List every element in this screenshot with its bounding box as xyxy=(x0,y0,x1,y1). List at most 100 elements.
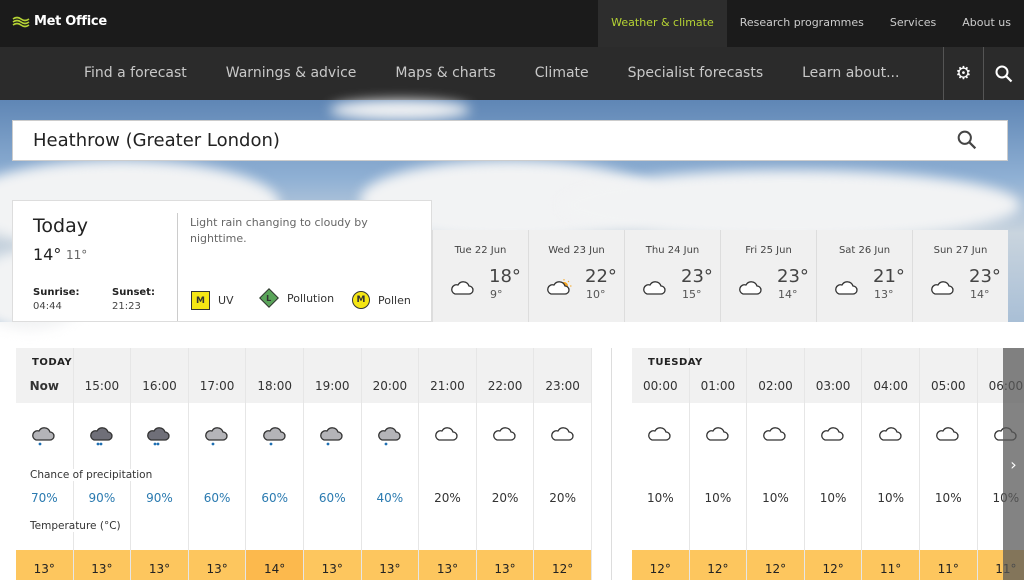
hour-time: 04:00 xyxy=(873,379,908,393)
search-icon[interactable] xyxy=(957,130,977,150)
day-label: Sun 27 Jun xyxy=(933,245,988,256)
nav-maps[interactable]: Maps & charts xyxy=(395,47,495,100)
day-high: 22° xyxy=(585,266,617,287)
precip-value: 90% xyxy=(146,491,173,505)
precip-value: 40% xyxy=(376,491,404,505)
precip-value: 60% xyxy=(203,491,231,505)
cloud-icon xyxy=(862,424,919,450)
nav-climate[interactable]: Climate xyxy=(535,47,589,100)
nav-specialist[interactable]: Specialist forecasts xyxy=(628,47,763,100)
brand-name: Met Office xyxy=(34,14,107,29)
pollution-label: Pollution xyxy=(287,291,335,305)
hour-time: 19:00 xyxy=(314,379,350,393)
hour-column: 01:00 10% 12° xyxy=(689,348,748,580)
hour-column: 15:00 90% 13° xyxy=(73,348,132,580)
top-link-research[interactable]: Research programmes xyxy=(727,0,877,47)
sun-cloud-icon xyxy=(545,278,573,305)
day-label: Wed 23 Jun xyxy=(548,245,605,256)
cloud-icon xyxy=(690,424,747,450)
hour-time: 22:00 xyxy=(487,379,523,393)
day-tab[interactable]: Thu 24 Jun 23° 15° xyxy=(624,230,720,322)
day-tab[interactable]: Fri 25 Jun 23° 14° xyxy=(720,230,816,322)
search-value: Heathrow (Greater London) xyxy=(33,130,280,151)
temp-value: 12° xyxy=(534,550,591,580)
day-low: 14° xyxy=(970,288,990,301)
hour-column: 03:00 10% 12° xyxy=(804,348,863,580)
cloud-icon xyxy=(477,424,534,450)
today-high: 14° xyxy=(33,245,62,264)
hour-time: 18:00 xyxy=(257,379,292,393)
hour-time: 16:00 xyxy=(142,379,177,393)
search-icon xyxy=(995,65,1012,82)
hour-column: 21:00 20% 13° xyxy=(419,348,477,580)
pollen-badge[interactable]: M Pollen xyxy=(352,291,411,309)
light-rain-icon xyxy=(304,424,361,452)
temp-value: 13° xyxy=(188,550,246,580)
precip-value: 10% xyxy=(704,491,732,505)
temp-value: 12° xyxy=(747,550,804,580)
gear-icon: ⚙ xyxy=(955,63,972,84)
hour-time: 00:00 xyxy=(643,379,678,393)
precip-value: 10% xyxy=(646,491,674,505)
nav-search-button[interactable] xyxy=(983,47,1023,100)
temp-value: 13° xyxy=(16,550,73,580)
day-low: 13° xyxy=(874,288,894,301)
day-low: 15° xyxy=(682,288,702,301)
day-label: Thu 24 Jun xyxy=(645,245,700,256)
temp-value: 12° xyxy=(632,550,689,580)
hour-column: 23:00 20% 12° xyxy=(534,348,592,580)
top-bar: Met Office Weather & climate Research pr… xyxy=(0,0,1024,47)
temp-value: 13° xyxy=(419,550,476,580)
cloud-icon xyxy=(632,424,689,450)
temp-value: 13° xyxy=(361,550,419,580)
today-summary-card[interactable]: Today 14° 11° Sunrise: 04:44 Sunset: 21:… xyxy=(12,200,432,322)
cloud-icon xyxy=(534,424,591,450)
hour-column: 18:00 60% 14° xyxy=(246,348,304,580)
hour-time: 05:00 xyxy=(930,379,966,393)
hour-time: 21:00 xyxy=(430,379,465,393)
cloud-icon xyxy=(641,278,669,305)
temp-value: 13° xyxy=(73,550,131,580)
day-label: Tue 22 Jun xyxy=(454,245,507,256)
day-tab[interactable]: Wed 23 Jun 22° 10° xyxy=(528,230,624,322)
nav-find-forecast[interactable]: Find a forecast xyxy=(84,47,187,100)
precip-row-label: Chance of precipitation xyxy=(30,469,157,481)
day-tab[interactable]: Tue 22 Jun 18° 9° xyxy=(432,230,528,322)
hour-time: 02:00 xyxy=(758,379,793,393)
precip-value: 20% xyxy=(491,491,519,505)
precip-value: 10% xyxy=(762,491,789,505)
pollution-badge[interactable]: L Pollution xyxy=(259,288,335,308)
hour-time: 15:00 xyxy=(84,379,120,393)
hour-time: 23:00 xyxy=(545,379,580,393)
day-heading-today: TODAY xyxy=(32,357,73,368)
light-rain-icon xyxy=(246,424,303,452)
top-link-about[interactable]: About us xyxy=(949,0,1024,47)
nav-warnings[interactable]: Warnings & advice xyxy=(226,47,357,100)
day-tab[interactable]: Sun 27 Jun 23° 14° xyxy=(912,230,1008,322)
temp-value: 11° xyxy=(862,550,919,580)
heavy-rain-icon xyxy=(131,424,188,452)
day-tab[interactable]: Sat 26 Jun 21° 13° xyxy=(816,230,912,322)
temp-value: 14° xyxy=(246,550,303,580)
day-low: 9° xyxy=(490,288,503,301)
temp-value: 12° xyxy=(689,550,747,580)
temp-value: 13° xyxy=(476,550,534,580)
today-low: 11° xyxy=(66,248,88,262)
cloud-icon xyxy=(419,424,476,450)
nav-learn[interactable]: Learn about... xyxy=(802,47,899,100)
pollen-level-icon: M xyxy=(352,291,370,309)
precip-value: 20% xyxy=(549,491,576,505)
scroll-right-button[interactable]: › xyxy=(1003,348,1024,580)
settings-button[interactable]: ⚙ xyxy=(943,47,983,100)
temp-value: 11° xyxy=(919,550,977,580)
day-heading-tuesday: TUESDAY xyxy=(648,357,703,368)
main-nav: Find a forecast Warnings & advice Maps &… xyxy=(0,47,1024,100)
cloud-icon xyxy=(833,278,861,305)
location-search-input[interactable]: Heathrow (Greater London) xyxy=(12,120,1008,161)
top-link-services[interactable]: Services xyxy=(877,0,949,47)
precip-value: 70% xyxy=(30,491,58,505)
top-link-weather-climate[interactable]: Weather & climate xyxy=(598,0,727,47)
uv-badge[interactable]: M UV xyxy=(191,291,234,310)
met-office-logo[interactable]: Met Office xyxy=(12,14,107,29)
hour-time: 03:00 xyxy=(815,379,851,393)
